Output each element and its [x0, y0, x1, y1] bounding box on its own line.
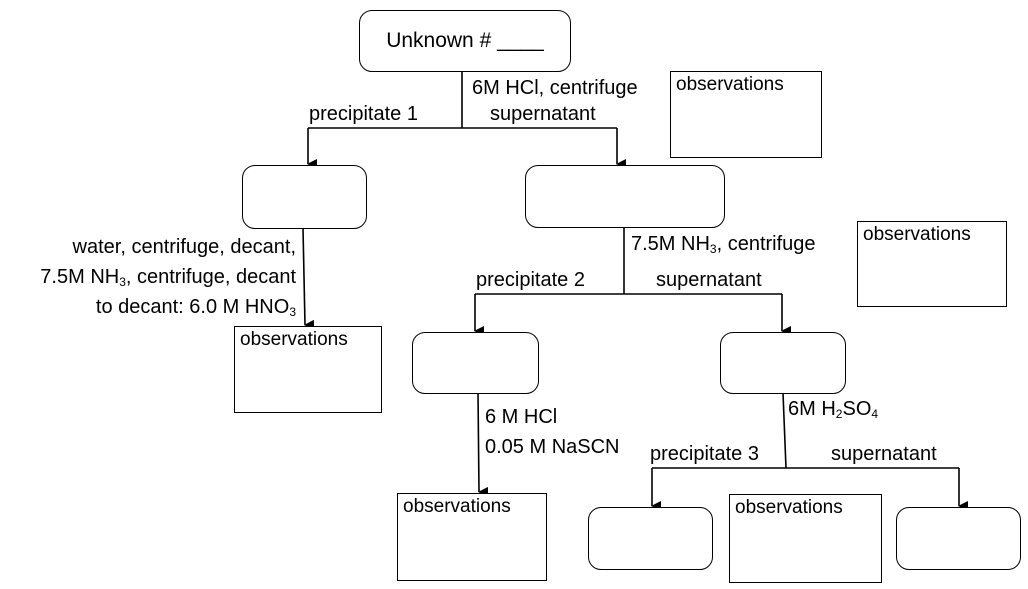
observations-box-3[interactable]: observations: [729, 494, 882, 583]
observations-label: observations: [735, 497, 843, 518]
precipitate2-procedure: 6 M HCl 0.05 M NaSCN: [485, 402, 620, 462]
observations-box-1[interactable]: observations: [670, 71, 822, 158]
step3-reagent-label: 6M H2SO4: [788, 398, 879, 421]
precipitate1-box[interactable]: [242, 165, 367, 229]
observations-label: observations: [403, 496, 511, 517]
unknown-sample-label: Unknown # ____: [386, 29, 544, 52]
precipitate2-box[interactable]: [412, 332, 539, 394]
step2-reagent-label: 7.5M NH3, centrifuge: [631, 233, 816, 256]
precipitate1-procedure: water, centrifuge, decant, 7.5M NH3, cen…: [0, 232, 296, 322]
supernatant2-box[interactable]: [720, 332, 846, 394]
precipitate1-step-line3: to decant: 6.0 M HNO3: [95, 296, 296, 319]
precipitate2-step-line1: 6 M HCl: [485, 406, 558, 428]
precipitate3-label: precipitate 3: [650, 443, 759, 465]
supernatant2-label: supernatant: [656, 269, 762, 291]
precipitate1-step-line2: 7.5M NH3, centrifuge, decant: [40, 266, 296, 289]
observations-box-precipitate2[interactable]: observations: [397, 493, 547, 581]
supernatant1-box[interactable]: [525, 165, 725, 228]
precipitate2-step-line2: 0.05 M NaSCN: [485, 436, 620, 458]
supernatant1-label: supernatant: [490, 103, 596, 125]
unknown-sample-box: Unknown # ____: [359, 10, 571, 72]
arrow-precipitate2-obs: [477, 392, 489, 497]
step1-reagent-label: 6M HCl, centrifuge: [472, 77, 638, 99]
observations-box-2[interactable]: observations: [857, 221, 1007, 307]
step3-stem: [782, 392, 787, 469]
arrow-precipitate1-obs: [302, 227, 315, 330]
observations-label: observations: [676, 74, 784, 95]
observations-box-precipitate1[interactable]: observations: [234, 326, 382, 413]
precipitate1-step-line1: water, centrifuge, decant,: [72, 236, 296, 258]
observations-label: observations: [863, 224, 971, 245]
observations-label: observations: [240, 329, 348, 350]
supernatant3-box[interactable]: [896, 507, 1021, 570]
precipitate2-label: precipitate 2: [476, 269, 585, 291]
precipitate1-label: precipitate 1: [309, 103, 418, 125]
supernatant3-label: supernatant: [831, 443, 937, 465]
precipitate3-box[interactable]: [588, 507, 713, 570]
